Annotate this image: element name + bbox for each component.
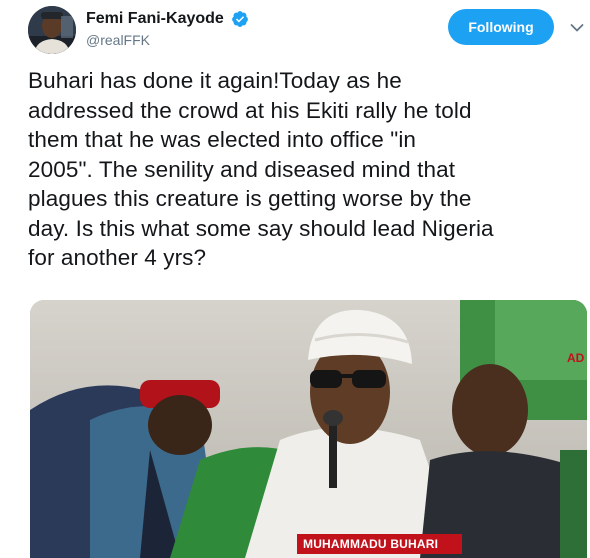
chevron-down-icon[interactable] [570,23,584,33]
following-button[interactable]: Following [448,9,554,45]
tweet-text-line: Buhari has done it again!Today as he [28,68,402,93]
avatar[interactable] [28,6,76,54]
tweet: Femi Fani-Kayode @realFFK Following Buha… [0,0,590,558]
corner-logo-text: AD [567,351,585,365]
avatar-image [28,6,76,54]
tweet-header: Femi Fani-Kayode @realFFK Following [28,6,588,54]
tweet-text: Buhari has done it again!Today as he add… [28,66,590,273]
tweet-text-line: addressed the crowd at his Ekiti rally h… [28,97,472,123]
tweet-text-line: day. Is this what some say should lead N… [28,215,494,241]
verified-badge-icon [232,11,249,27]
tweet-text-line: them that he was elected into office "in [28,127,417,152]
tweet-text-line: plagues this creature is getting worse b… [28,186,472,211]
media-scene: AD [30,300,587,558]
user-names: Femi Fani-Kayode @realFFK [86,9,249,49]
user-handle[interactable]: @realFFK [86,31,249,49]
media-image[interactable]: AD MUHAMMADU BUHARI [30,300,587,558]
display-name[interactable]: Femi Fani-Kayode [86,9,224,29]
tweet-text-line: for another 4 yrs? [28,245,207,270]
lower-third-caption: MUHAMMADU BUHARI [297,534,462,554]
tweet-text-line: 2005". The senility and diseased mind th… [28,156,456,182]
